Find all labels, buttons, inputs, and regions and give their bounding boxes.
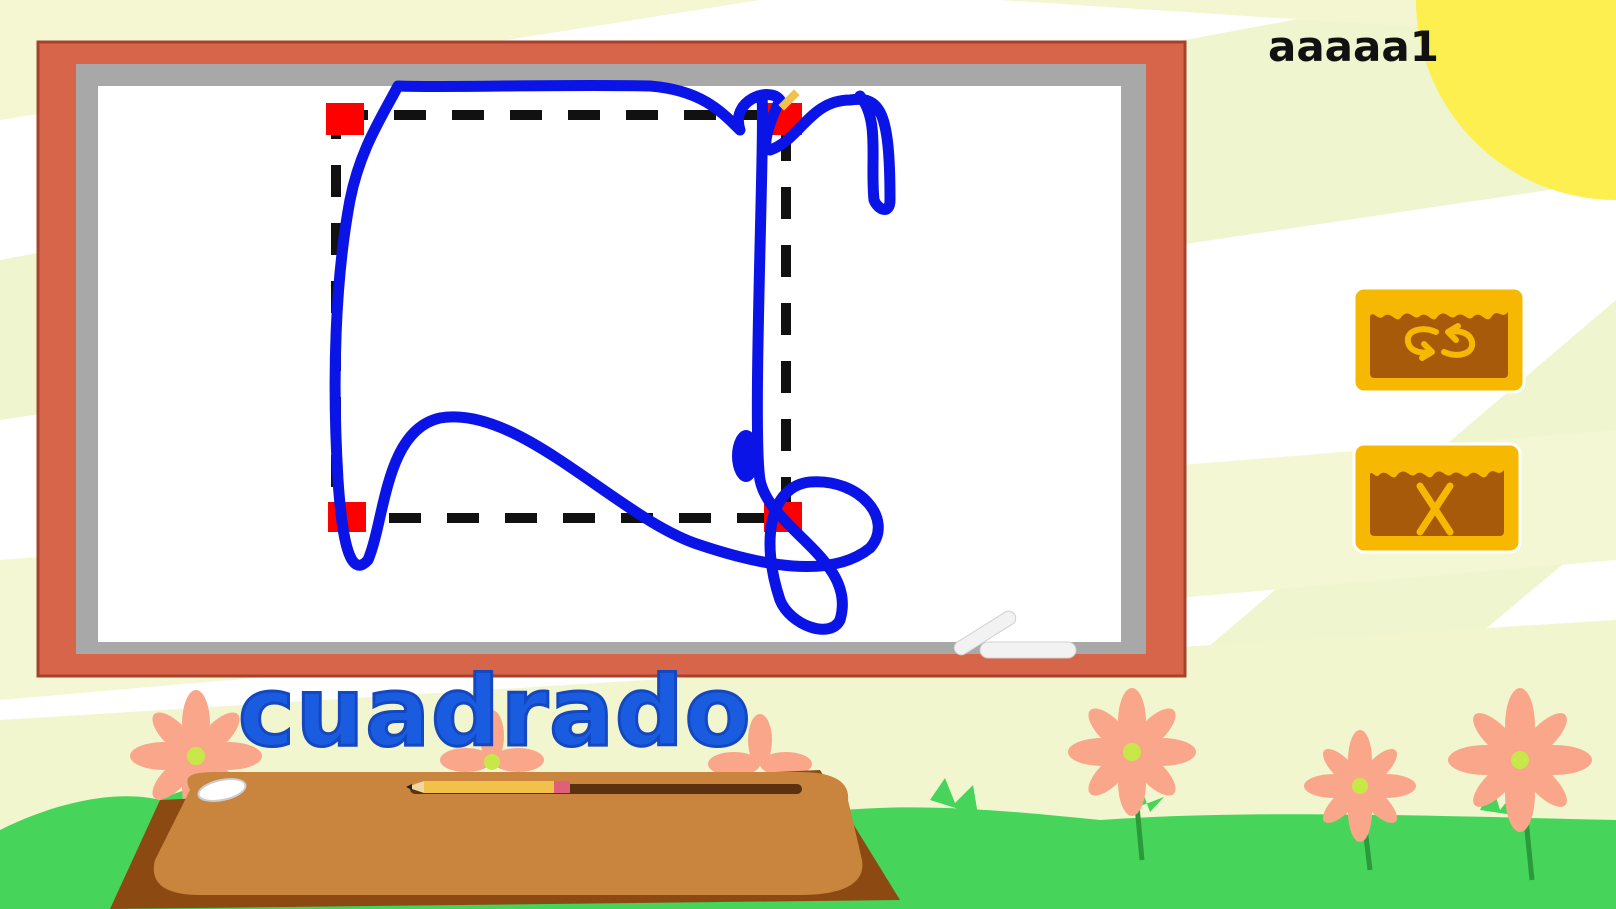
username-label: aaaaa1	[1268, 22, 1439, 71]
reset-button[interactable]	[1352, 286, 1526, 394]
x-icon	[1352, 442, 1522, 554]
user-drawing-blob	[732, 430, 760, 482]
swap-arrows-icon	[1352, 286, 1526, 394]
target-word: cuadrado	[237, 656, 753, 768]
corner-dot	[326, 103, 364, 135]
drawing-canvas[interactable]	[98, 86, 1121, 642]
pencil	[406, 781, 570, 793]
close-button[interactable]	[1352, 442, 1526, 554]
